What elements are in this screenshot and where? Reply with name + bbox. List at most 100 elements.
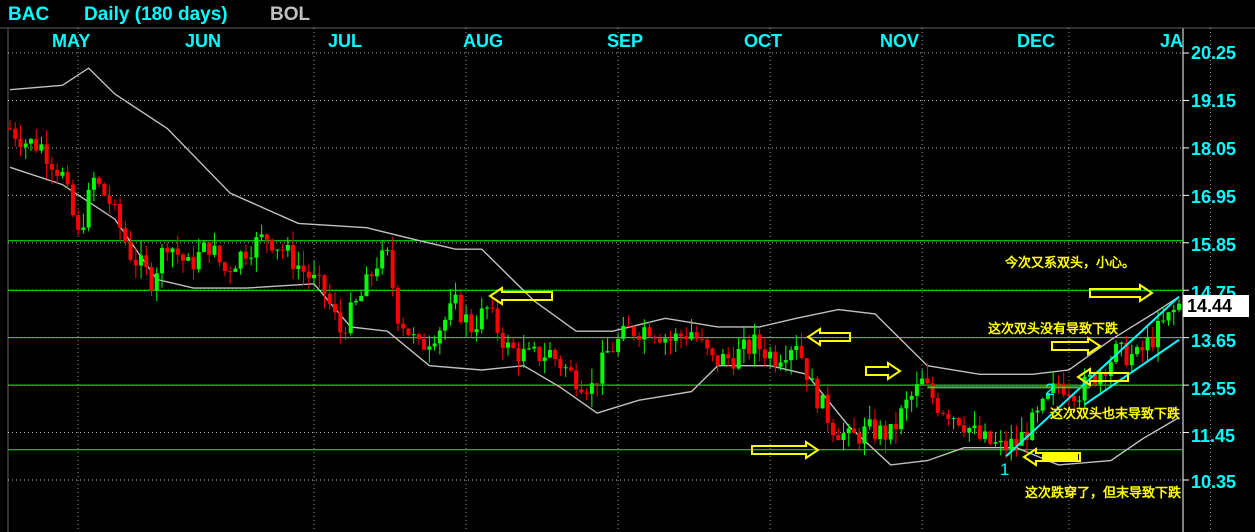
candle-body — [60, 171, 65, 176]
candle-body — [490, 307, 495, 309]
candle-body — [107, 195, 112, 204]
candle-body — [977, 425, 982, 439]
candle-body — [731, 358, 736, 369]
candle-body — [920, 378, 925, 385]
candle-body — [422, 338, 427, 350]
candle-body — [369, 274, 374, 277]
candle-body — [207, 242, 212, 255]
annotation-label: 今次又系双头，小心。 — [1005, 256, 1136, 271]
candle-body — [553, 350, 558, 360]
candle-body — [998, 440, 1003, 443]
candle-body — [1156, 320, 1161, 348]
candle-body — [13, 128, 18, 139]
candle-body — [76, 215, 81, 230]
candle-body — [18, 138, 23, 148]
candle-body — [736, 349, 741, 369]
month-label: AUG — [463, 31, 503, 51]
candle-body — [526, 348, 531, 350]
candle-body — [374, 268, 379, 277]
candle-body — [883, 425, 888, 440]
candle-body — [962, 425, 967, 433]
candle-body — [385, 250, 390, 252]
candle-body — [34, 139, 39, 151]
candle-body — [810, 378, 815, 381]
candle-body — [741, 339, 746, 350]
month-label: SEP — [607, 31, 644, 51]
candle-body — [201, 242, 206, 252]
candle-body — [270, 239, 275, 251]
candle-body — [186, 257, 191, 261]
candle-body — [500, 332, 505, 348]
candle-body — [699, 338, 704, 340]
candle-body — [458, 294, 463, 323]
candle-body — [909, 395, 914, 400]
y-tick-label: 10.35 — [1191, 472, 1237, 492]
y-tick-label: 19.15 — [1191, 91, 1237, 111]
candle-body — [432, 343, 437, 347]
candle-body — [437, 330, 442, 344]
candle-body — [663, 338, 668, 343]
y-tick-label: 12.55 — [1191, 379, 1237, 399]
candle-body — [773, 351, 778, 367]
candle-body — [296, 265, 301, 270]
candle-body — [44, 144, 49, 164]
marker-label: 2 — [1045, 380, 1055, 399]
candle-body — [301, 265, 306, 272]
candle-body — [180, 254, 185, 261]
candle-body — [574, 370, 579, 390]
candle-body — [647, 327, 652, 337]
month-label: OCT — [744, 31, 782, 51]
candle-body — [70, 184, 75, 216]
candle-body — [537, 346, 542, 361]
candle-body — [914, 384, 919, 396]
candle-body — [1166, 312, 1171, 321]
candle-body — [243, 251, 248, 259]
candle-body — [951, 418, 956, 420]
candle-body — [532, 346, 537, 349]
candle-body — [406, 328, 411, 336]
candle-body — [757, 334, 762, 350]
month-label: JUN — [185, 31, 222, 51]
candle-body — [1030, 412, 1035, 440]
drawing-overlays — [488, 283, 1180, 467]
candle-body — [668, 338, 673, 341]
candle-body — [841, 433, 846, 441]
candle-body — [364, 274, 369, 297]
candle-body — [946, 413, 951, 419]
candle-body — [327, 293, 332, 305]
candle-body — [658, 338, 663, 343]
candle-body — [626, 325, 631, 327]
candle-body — [1072, 395, 1077, 402]
candle-body — [893, 424, 898, 430]
candle-body — [139, 255, 144, 266]
candle-body — [191, 257, 196, 270]
candle-body — [1150, 337, 1155, 348]
candle-body — [175, 248, 180, 255]
candle-body — [710, 348, 715, 356]
candle-body — [778, 362, 783, 367]
candle-body — [1056, 383, 1061, 385]
candle-body — [280, 249, 285, 251]
lower-band-line — [9, 166, 1180, 466]
candle-body — [862, 426, 867, 444]
candle-body — [65, 171, 70, 185]
candle-body — [8, 128, 12, 130]
candle-body — [568, 367, 573, 371]
month-label: JA — [1160, 31, 1184, 51]
month-label: NOV — [880, 31, 920, 51]
candle-body — [1129, 354, 1134, 366]
candle-body — [390, 250, 395, 288]
candle-body — [123, 227, 128, 242]
candle-body — [815, 378, 820, 409]
symbol-label: BAC — [8, 4, 50, 25]
candle-body — [165, 247, 170, 253]
candle-body — [254, 237, 259, 258]
candle-body — [86, 189, 91, 228]
candle-body — [689, 332, 694, 340]
candle-body — [972, 425, 977, 428]
y-tick-label: 20.25 — [1191, 43, 1237, 63]
candle-body — [1140, 347, 1145, 351]
candle-body — [579, 389, 584, 393]
candle-body — [783, 360, 788, 363]
candle-body — [469, 314, 474, 333]
